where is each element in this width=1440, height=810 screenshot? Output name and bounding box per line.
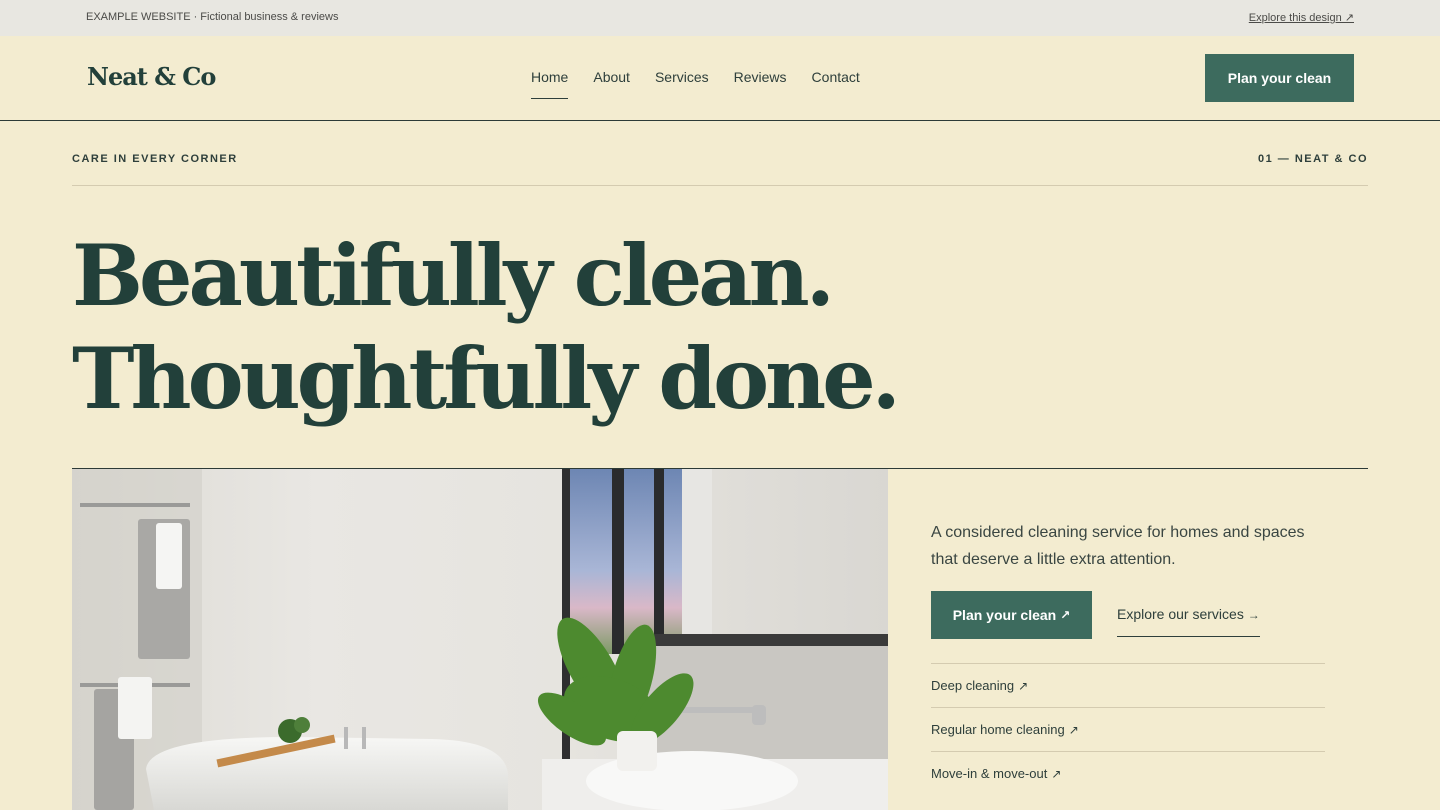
- hero-plan-clean-label: Plan your clean: [952, 607, 1057, 623]
- header-plan-clean-button[interactable]: Plan your clean: [1205, 54, 1354, 102]
- explore-services-label: Explore our services: [1117, 606, 1244, 622]
- announcement-bar: EXAMPLE WEBSITE · Fictional business & r…: [0, 0, 1440, 36]
- arrow-up-right-icon: ↗: [1018, 678, 1029, 693]
- headline-line-1: Beautifully clean.: [72, 226, 835, 325]
- service-move-in-move-out[interactable]: Move-in & move-out ↗: [931, 751, 1325, 795]
- service-label: Move-in & move-out: [931, 766, 1048, 781]
- site-logo[interactable]: Neat & Co: [87, 62, 216, 91]
- arrow-up-right-icon: ↗: [1060, 608, 1071, 622]
- site-header: Neat & Co Home About Services Reviews Co…: [0, 36, 1440, 121]
- service-label: Regular home cleaning: [931, 722, 1065, 737]
- explore-design-link[interactable]: Explore this design ↗: [1249, 11, 1354, 24]
- hero-headline: Beautifully clean. Thoughtfully done.: [72, 224, 901, 430]
- nav-contact[interactable]: Contact: [812, 69, 860, 99]
- service-regular-home-cleaning[interactable]: Regular home cleaning ↗: [931, 707, 1325, 751]
- hero-bathroom-image: [72, 469, 888, 810]
- main-nav: Home About Services Reviews Contact: [531, 69, 860, 99]
- divider: [72, 185, 1368, 186]
- service-deep-cleaning[interactable]: Deep cleaning ↗: [931, 663, 1325, 707]
- hero-intro-text: A considered cleaning service for homes …: [931, 524, 1305, 568]
- nav-home[interactable]: Home: [531, 69, 569, 99]
- nav-reviews[interactable]: Reviews: [734, 69, 787, 99]
- nav-services[interactable]: Services: [655, 69, 709, 99]
- explore-services-link[interactable]: Explore our services →: [1117, 606, 1260, 637]
- service-label: Deep cleaning: [931, 678, 1015, 693]
- hero-plan-clean-button[interactable]: Plan your clean ↗: [931, 591, 1092, 639]
- headline-line-2: Thoughtfully done.: [72, 329, 901, 428]
- eyebrow-index: 01 — NEAT & CO: [1257, 153, 1368, 165]
- example-website-note: EXAMPLE WEBSITE · Fictional business & r…: [86, 11, 339, 23]
- arrow-up-right-icon: ↗: [1068, 722, 1079, 737]
- eyebrow-tagline: CARE IN EVERY CORNER: [72, 153, 238, 165]
- arrow-right-icon: →: [1247, 608, 1260, 622]
- nav-about[interactable]: About: [593, 69, 630, 99]
- services-list: Deep cleaning ↗ Regular home cleaning ↗ …: [931, 663, 1325, 795]
- arrow-up-right-icon: ↗: [1051, 766, 1062, 781]
